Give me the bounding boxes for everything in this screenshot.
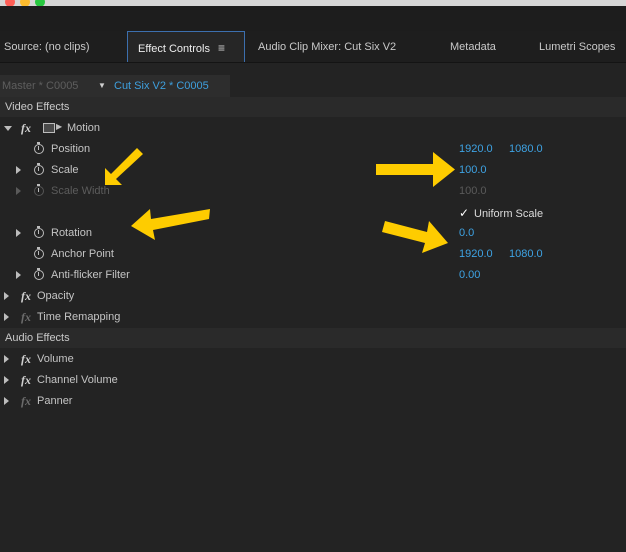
arrow-to-scale-value: [376, 152, 455, 187]
arrow-to-scale-label: [105, 148, 143, 185]
arrow-to-rotation-label: [131, 209, 210, 240]
annotation-arrows: [105, 148, 455, 253]
arrow-to-rotation-value: [382, 221, 448, 253]
